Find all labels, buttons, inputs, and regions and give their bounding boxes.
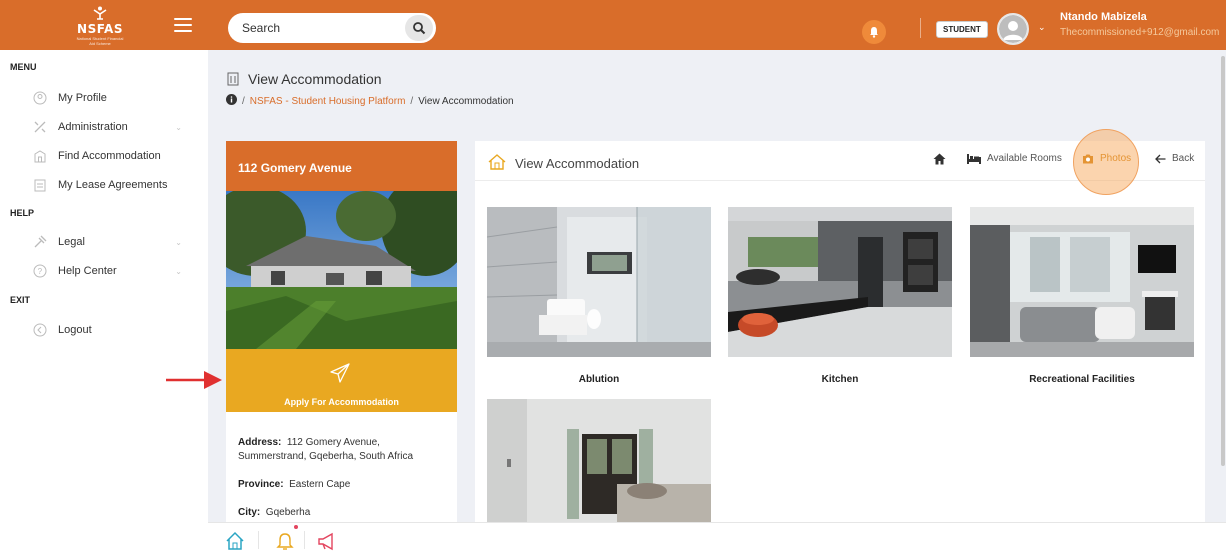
panel-title: View Accommodation: [487, 153, 639, 174]
notifications-button[interactable]: [862, 20, 886, 44]
notifications-nav-button[interactable]: [274, 530, 296, 552]
home-nav-button[interactable]: [224, 530, 246, 552]
breadcrumb-link-home[interactable]: NSFAS - Student Housing Platform: [250, 96, 406, 107]
photo-caption: Kitchen: [821, 374, 859, 385]
announcements-nav-button[interactable]: [316, 530, 338, 552]
building-icon: [32, 148, 48, 164]
notification-dot: [294, 525, 298, 529]
chevron-down-icon: ⌄: [175, 237, 182, 247]
chevron-down-icon: ⌄: [175, 122, 182, 132]
panel-header: View Accommodation Available Rooms Photo…: [475, 129, 1205, 195]
svg-text:?: ?: [38, 267, 43, 276]
home-icon: [226, 531, 244, 550]
document-icon: [32, 177, 48, 193]
chevron-down-icon[interactable]: ⌄: [1038, 22, 1046, 33]
sidebar-item-label: My Lease Agreements: [58, 179, 168, 191]
home-icon: [933, 153, 946, 165]
megaphone-icon: [318, 532, 333, 551]
building-icon: [226, 72, 240, 86]
bottom-bar: [208, 522, 1226, 555]
nsfas-logo[interactable]: NSFAS National Student Financial Aid Sch…: [74, 6, 126, 46]
search-input[interactable]: [228, 13, 398, 43]
search-icon: [413, 22, 426, 35]
menu-toggle-button[interactable]: [174, 18, 192, 32]
bed-icon: [967, 153, 981, 164]
property-info: Address: 112 Gomery Avenue, Summerstrand…: [226, 412, 457, 520]
sidebar-item-help-center[interactable]: ? Help Center ⌄: [32, 261, 192, 281]
tools-icon: [32, 119, 48, 135]
apply-for-accommodation-button[interactable]: Apply For Accommodation: [226, 349, 457, 412]
sidebar-item-my-profile[interactable]: My Profile: [32, 88, 192, 108]
back-button[interactable]: Back: [1155, 153, 1194, 164]
sidebar-item-label: Logout: [58, 324, 92, 336]
search-box: [228, 13, 436, 43]
page-header: View Accommodation / NSFAS - Student Hou…: [208, 50, 1226, 128]
chevron-down-icon: ⌄: [175, 266, 182, 276]
photos-panel: View Accommodation Available Rooms Photo…: [475, 129, 1205, 531]
sidebar-item-administration[interactable]: Administration ⌄: [32, 117, 192, 137]
sidebar-item-label: Help Center: [58, 265, 117, 277]
photo-tile-kitchen[interactable]: [728, 207, 952, 357]
logout-icon: [32, 322, 48, 338]
divider: [920, 18, 921, 38]
camera-icon: [1082, 154, 1094, 164]
info-icon: [226, 94, 237, 108]
property-photo: [226, 191, 457, 349]
section-menu: MENU: [10, 62, 37, 72]
photo-tile-bedroom[interactable]: [487, 399, 711, 531]
section-exit: EXIT: [10, 295, 31, 305]
top-bar: NSFAS National Student Financial Aid Sch…: [0, 0, 1226, 50]
sidebar-item-label: Find Accommodation: [58, 150, 161, 162]
divider: [304, 531, 305, 549]
sidebar-item-label: Administration: [58, 121, 128, 133]
help-icon: ?: [32, 263, 48, 279]
section-help: HELP: [10, 208, 35, 218]
photo-caption: Ablution: [578, 374, 620, 385]
sidebar-item-find-accommodation[interactable]: Find Accommodation: [32, 146, 192, 166]
sidebar-item-legal[interactable]: Legal ⌄: [32, 232, 192, 252]
apply-label: Apply For Accommodation: [284, 397, 399, 407]
photo-tile-ablution[interactable]: [487, 207, 711, 357]
city-row: City: Gqeberha: [238, 507, 311, 518]
breadcrumb: / NSFAS - Student Housing Platform / Vie…: [226, 94, 514, 108]
gavel-icon: [32, 234, 48, 250]
photo-caption: Recreational Facilities: [1029, 374, 1135, 385]
breadcrumb-current: View Accommodation: [418, 95, 514, 107]
sidebar-item-logout[interactable]: Logout: [32, 320, 192, 340]
avatar[interactable]: [997, 13, 1029, 45]
send-icon: [330, 363, 350, 383]
sidebar-item-label: My Profile: [58, 92, 107, 104]
province-row: Province: Eastern Cape: [238, 479, 351, 490]
sidebar-item-label: Legal: [58, 236, 85, 248]
arrow-left-icon: [1155, 154, 1166, 164]
sidebar-item-my-lease-agreements[interactable]: My Lease Agreements: [32, 175, 192, 195]
page-title: View Accommodation: [226, 71, 382, 87]
photos-button[interactable]: Photos: [1082, 153, 1131, 164]
property-card: 112 Gomery Avenue Apply For Accommodatio…: [226, 141, 457, 531]
red-arrow-icon: [166, 371, 222, 389]
scrollbar-thumb[interactable]: [1221, 56, 1225, 466]
property-name: 112 Gomery Avenue: [226, 141, 457, 191]
home-icon: [487, 153, 507, 174]
photo-tile-recreational-facilities[interactable]: [970, 207, 1194, 357]
role-badge: STUDENT: [936, 21, 988, 38]
available-rooms-button[interactable]: Available Rooms: [967, 153, 1062, 164]
home-button[interactable]: [933, 153, 952, 165]
user-name: Ntando Mabizela: [1060, 11, 1147, 23]
search-button[interactable]: [405, 15, 433, 41]
divider: [258, 531, 259, 549]
user-email: Thecommissioned+912@gmail.com: [1060, 27, 1220, 38]
sidebar: MENU My Profile Administration ⌄ Find Ac…: [0, 50, 208, 555]
user-icon: [32, 90, 48, 106]
bell-icon: [870, 27, 878, 38]
address-row: Address: 112 Gomery Avenue, Summerstrand…: [238, 437, 414, 462]
bell-icon: [276, 533, 294, 550]
